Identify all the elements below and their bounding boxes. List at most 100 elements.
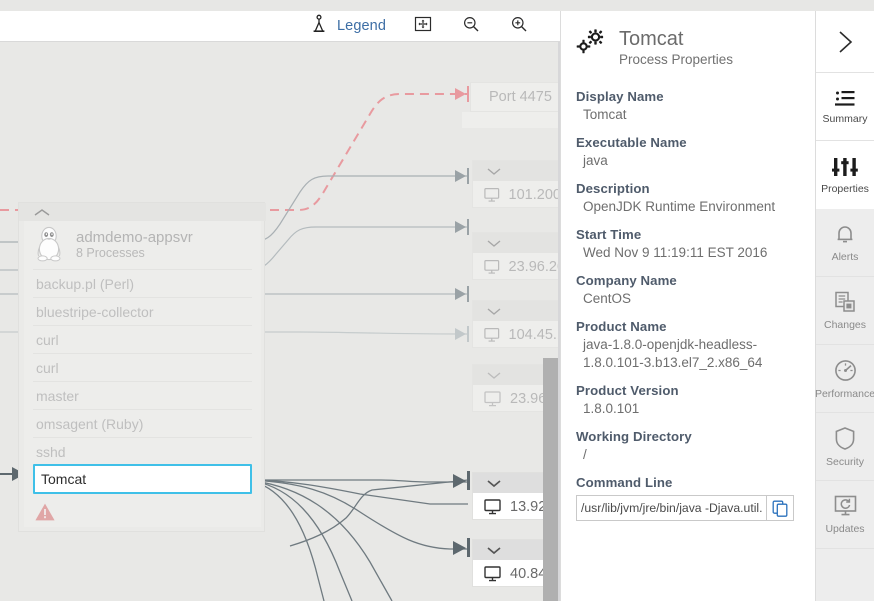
process-list: backup.pl (Perl) bluestripe-collector cu… [24,269,261,494]
property-label: Executable Name [576,134,815,152]
property-label: Working Directory [576,428,815,446]
graph-toolbar: Legend [0,11,560,42]
properties-list: Display Name Tomcat Executable Name java… [561,69,815,521]
machine-group-box[interactable]: admdemo-appsvr 8 Processes backup.pl (Pe… [18,202,265,532]
chevron-down-icon [486,546,502,555]
process-row-1[interactable]: bluestripe-collector [33,297,252,325]
property-display-name: Display Name Tomcat [576,88,815,124]
properties-sliders-icon [831,156,859,178]
edge-tomcat-5 [248,480,392,601]
tab-alerts[interactable]: Alerts [816,209,874,277]
property-product-version: Product Version 1.8.0.101 [576,382,815,418]
process-row-5[interactable]: omsagent (Ruby) [33,409,252,437]
property-label: Display Name [576,88,815,106]
node-port-4475[interactable]: Port 4475 [470,82,560,112]
gears-icon [575,28,607,63]
zoom-in-icon [508,13,530,40]
node-body: 101.200. [473,181,560,209]
zoom-in-button[interactable] [508,13,530,40]
zoom-out-button[interactable] [460,13,482,40]
chevron-down-icon [486,167,502,176]
chevron-down-icon [486,307,502,316]
updates-monitor-icon [833,494,858,518]
expand-panel-button[interactable] [816,11,874,73]
process-row-0[interactable]: backup.pl (Perl) [33,269,252,297]
command-line-input[interactable] [576,495,766,521]
machine-monitor-icon [484,327,500,343]
tab-changes[interactable]: Changes [816,277,874,345]
machine-monitor-icon [484,499,501,515]
node-label: 101.200. [509,187,560,203]
edge-tomcat-4 [290,480,468,546]
node-collapse-button[interactable] [473,161,560,181]
process-row-tomcat-selected[interactable]: Tomcat [33,464,252,494]
node-server-104-45-1[interactable]: 104.45.1 [472,300,560,348]
legend-label: Legend [337,18,386,34]
changes-documents-icon [833,290,857,314]
machine-process-count: 8 Processes [76,246,193,261]
property-value: Tomcat [576,106,791,124]
tab-label: Alerts [832,251,859,263]
property-value: Wed Nov 9 11:19:11 EST 2016 [576,244,791,262]
tab-updates[interactable]: Updates [816,481,874,549]
property-start-time: Start Time Wed Nov 9 11:19:11 EST 2016 [576,226,815,262]
property-working-directory: Working Directory / [576,428,815,464]
property-label: Start Time [576,226,815,244]
process-row-3[interactable]: curl [33,353,252,381]
tab-performance[interactable]: Performance [816,345,874,413]
node-collapse-button[interactable] [473,301,560,321]
chevron-down-icon [486,479,502,488]
process-row-2[interactable]: curl [33,325,252,353]
process-warning-indicator[interactable] [24,494,261,527]
copy-icon [772,500,789,517]
rail-filler [816,549,874,601]
node-label: 104.45.1 [509,327,560,343]
chevron-down-icon [486,371,502,380]
arrowheads-gray [455,168,469,302]
panel-subtitle: Process Properties [619,51,733,69]
machine-header[interactable]: admdemo-appsvr 8 Processes [24,221,261,269]
property-executable-name: Executable Name java [576,134,815,170]
shield-icon [834,426,856,451]
panel-title: Tomcat [619,28,733,51]
property-company-name: Company Name CentOS [576,272,815,308]
service-map-canvas[interactable]: admdemo-appsvr 8 Processes backup.pl (Pe… [0,42,560,601]
property-value: 1.8.0.101 [576,400,791,418]
edge-tomcat-3 [248,480,468,549]
panel-header-text: Tomcat Process Properties [619,28,733,69]
chevron-up-icon [33,208,51,218]
fit-to-screen-button[interactable] [412,13,434,40]
linux-penguin-icon [32,223,66,268]
process-row-6[interactable]: sshd [33,437,252,465]
tab-properties[interactable]: Properties [816,141,874,209]
process-row-4[interactable]: master [33,381,252,409]
node-server-101-200[interactable]: 101.200. [472,160,560,208]
node-label: 23.96.26 [509,259,560,275]
panel-header: Tomcat Process Properties [561,11,815,69]
node-body: 104.45.1 [473,321,560,349]
edge-alert [0,94,468,210]
tab-label: Updates [825,523,864,535]
properties-panel: Tomcat Process Properties Display Name T… [560,11,815,601]
tab-security[interactable]: Security [816,413,874,481]
right-tab-rail: Summary Properties Alerts [815,11,874,601]
tab-label: Summary [823,113,868,125]
legend-button[interactable]: Legend [308,13,386,40]
node-collapse-button[interactable] [473,233,560,253]
node-body: 23.96.26 [473,253,560,281]
legend-icon [308,13,330,40]
tab-label: Security [826,456,864,468]
property-value: CentOS [576,290,791,308]
chevron-down-icon [486,239,502,248]
group-collapse-button[interactable] [19,203,266,221]
machine-monitor-icon [484,259,500,275]
copy-command-button[interactable] [766,495,794,521]
property-value: java-1.8.0-openjdk-headless-1.8.0.101-3.… [576,336,791,372]
warning-triangle-icon [34,502,56,522]
node-label: Port 4475 [489,89,552,105]
property-command-line: Command Line [576,474,815,521]
node-server-23-96-26[interactable]: 23.96.26 [472,232,560,280]
canvas-vertical-scrollbar[interactable] [543,358,558,601]
property-product-name: Product Name java-1.8.0-openjdk-headless… [576,318,815,372]
tab-summary[interactable]: Summary [816,73,874,141]
